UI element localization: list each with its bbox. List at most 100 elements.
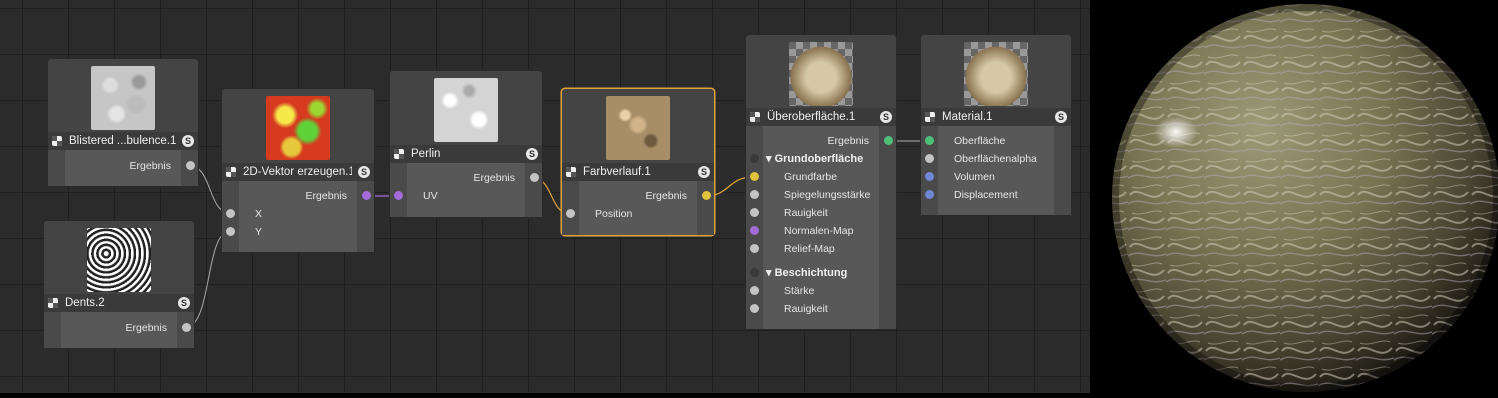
input-label-spiegelung: Spiegelungsstärke bbox=[784, 189, 871, 201]
input-label-y: Y bbox=[255, 226, 263, 238]
s-badge-icon[interactable]: S bbox=[358, 166, 370, 178]
input-port-volumen[interactable] bbox=[925, 172, 934, 181]
input-label-staerke: Stärke bbox=[784, 285, 815, 297]
triangle-down-icon: ▾ bbox=[766, 267, 775, 279]
node-titlebar[interactable]: Farbverlauf.1 S bbox=[562, 163, 714, 181]
input-port-position[interactable] bbox=[566, 209, 575, 218]
input-label-rauigkeit-2: Rauigkeit bbox=[784, 303, 828, 315]
perlin-texture-thumbnail bbox=[434, 78, 498, 142]
node-dents[interactable]: Dents.2 S Ergebnis bbox=[44, 221, 194, 348]
output-port[interactable] bbox=[530, 173, 539, 182]
input-label-oberflaechenalpha: Oberflächenalpha bbox=[954, 153, 1037, 165]
input-port-staerke[interactable] bbox=[750, 286, 759, 295]
node-body: Ergebnis ▾ Grundoberfläche Grundfarbe Sp… bbox=[746, 126, 896, 329]
node-body: Ergebnis UV bbox=[390, 163, 542, 217]
ueber-sphere-thumbnail bbox=[789, 42, 853, 106]
s-badge-icon[interactable]: S bbox=[1055, 111, 1067, 123]
input-label-displacement: Displacement bbox=[954, 189, 1018, 201]
input-label-volumen: Volumen bbox=[954, 171, 995, 183]
output-port[interactable] bbox=[182, 323, 191, 332]
node-perlin[interactable]: Perlin S Ergebnis UV bbox=[390, 71, 542, 217]
node-titlebar[interactable]: Blistered ...bulence.1 S bbox=[48, 132, 198, 150]
input-port-uv[interactable] bbox=[394, 191, 403, 200]
node-titlebar[interactable]: Überoberfläche.1 S bbox=[746, 108, 896, 126]
triangle-down-icon: ▾ bbox=[766, 153, 775, 165]
output-label-ergebnis: Ergebnis bbox=[305, 190, 347, 202]
node-2d-vector[interactable]: 2D-Vektor erzeugen.1 S Ergebnis X Y bbox=[222, 89, 374, 252]
node-body: Ergebnis X Y bbox=[222, 181, 374, 252]
node-body: Oberfläche Oberflächenalpha Volumen Disp… bbox=[921, 126, 1071, 215]
render-preview-panel bbox=[1090, 0, 1498, 398]
s-badge-icon[interactable]: S bbox=[880, 111, 892, 123]
input-port-grundfarbe[interactable] bbox=[750, 172, 759, 181]
checker-icon bbox=[48, 298, 58, 308]
output-label-ergebnis: Ergebnis bbox=[125, 322, 167, 334]
input-label-x: X bbox=[255, 208, 263, 220]
input-label-rauigkeit: Rauigkeit bbox=[784, 207, 828, 219]
node-titlebar[interactable]: Perlin S bbox=[390, 145, 542, 163]
output-label-ergebnis: Ergebnis bbox=[827, 135, 869, 147]
checker-icon bbox=[566, 167, 576, 177]
input-label-oberflaeche: Oberfläche bbox=[954, 135, 1006, 147]
output-port[interactable] bbox=[702, 191, 711, 200]
output-port[interactable] bbox=[186, 161, 195, 170]
node-title: 2D-Vektor erzeugen.1 bbox=[243, 166, 352, 178]
node-body: Ergebnis bbox=[44, 312, 194, 348]
input-port-relief-map[interactable] bbox=[750, 244, 759, 253]
node-titlebar[interactable]: Material.1 S bbox=[921, 108, 1071, 126]
node-ueberoberflaeche[interactable]: Überoberfläche.1 S Ergebnis ▾ Grundoberf… bbox=[746, 35, 896, 329]
node-titlebar[interactable]: 2D-Vektor erzeugen.1 S bbox=[222, 163, 374, 181]
node-farbverlauf[interactable]: Farbverlauf.1 S Ergebnis Position bbox=[562, 89, 714, 235]
node-editor-canvas[interactable]: Blistered ...bulence.1 S Ergebnis Dents.… bbox=[0, 0, 1090, 393]
node-title: Material.1 bbox=[942, 111, 993, 123]
s-badge-icon[interactable]: S bbox=[698, 166, 710, 178]
input-port-rauigkeit[interactable] bbox=[750, 208, 759, 217]
output-label-ergebnis: Ergebnis bbox=[645, 190, 687, 202]
node-blistered-turbulence[interactable]: Blistered ...bulence.1 S Ergebnis bbox=[48, 59, 198, 186]
input-label-relief-map: Relief-Map bbox=[784, 243, 835, 255]
node-title: Farbverlauf.1 bbox=[583, 166, 651, 178]
output-label-ergebnis: Ergebnis bbox=[129, 160, 171, 172]
input-label-normalen-map: Normalen-Map bbox=[784, 225, 854, 237]
dents-texture-thumbnail bbox=[87, 228, 151, 292]
input-label-uv: UV bbox=[423, 190, 438, 202]
input-port-spiegelung[interactable] bbox=[750, 190, 759, 199]
group-port-grundoberflaeche[interactable] bbox=[750, 154, 759, 163]
node-body: Ergebnis bbox=[48, 150, 198, 186]
material-sphere-thumbnail bbox=[964, 42, 1028, 106]
s-badge-icon[interactable]: S bbox=[526, 148, 538, 160]
node-titlebar[interactable]: Dents.2 S bbox=[44, 294, 194, 312]
node-material[interactable]: Material.1 S Oberfläche Oberflächenalpha… bbox=[921, 35, 1071, 215]
input-port-rauigkeit-2[interactable] bbox=[750, 304, 759, 313]
node-title: Überoberfläche.1 bbox=[767, 111, 856, 123]
output-label-ergebnis: Ergebnis bbox=[473, 172, 515, 184]
input-port-oberflaechenalpha[interactable] bbox=[925, 154, 934, 163]
input-port-x[interactable] bbox=[226, 209, 235, 218]
s-badge-icon[interactable]: S bbox=[178, 297, 190, 309]
node-title: Dents.2 bbox=[65, 297, 105, 309]
vector-texture-thumbnail bbox=[266, 96, 330, 160]
checker-icon bbox=[52, 136, 62, 146]
node-title: Perlin bbox=[411, 148, 441, 160]
input-port-y[interactable] bbox=[226, 227, 235, 236]
input-label-position: Position bbox=[595, 208, 633, 220]
output-port[interactable] bbox=[362, 191, 371, 200]
checker-icon bbox=[750, 112, 760, 122]
group-grundoberflaeche[interactable]: ▾ Grundoberfläche bbox=[766, 152, 863, 166]
input-port-oberflaeche[interactable] bbox=[925, 136, 934, 145]
input-label-grundfarbe: Grundfarbe bbox=[784, 171, 838, 183]
s-badge-icon[interactable]: S bbox=[182, 135, 194, 147]
blistered-texture-thumbnail bbox=[91, 66, 155, 130]
checker-icon bbox=[394, 149, 404, 159]
group-beschichtung[interactable]: ▾ Beschichtung bbox=[766, 266, 847, 280]
farbverlauf-texture-thumbnail bbox=[606, 96, 670, 160]
output-port[interactable] bbox=[884, 136, 893, 145]
group-port-beschichtung[interactable] bbox=[750, 268, 759, 277]
checker-icon bbox=[226, 167, 236, 177]
node-title: Blistered ...bulence.1 bbox=[69, 135, 176, 147]
checker-icon bbox=[925, 112, 935, 122]
rendered-sphere bbox=[1105, 0, 1498, 398]
input-port-displacement[interactable] bbox=[925, 190, 934, 199]
node-body: Ergebnis Position bbox=[562, 181, 714, 235]
input-port-normalen-map[interactable] bbox=[750, 226, 759, 235]
